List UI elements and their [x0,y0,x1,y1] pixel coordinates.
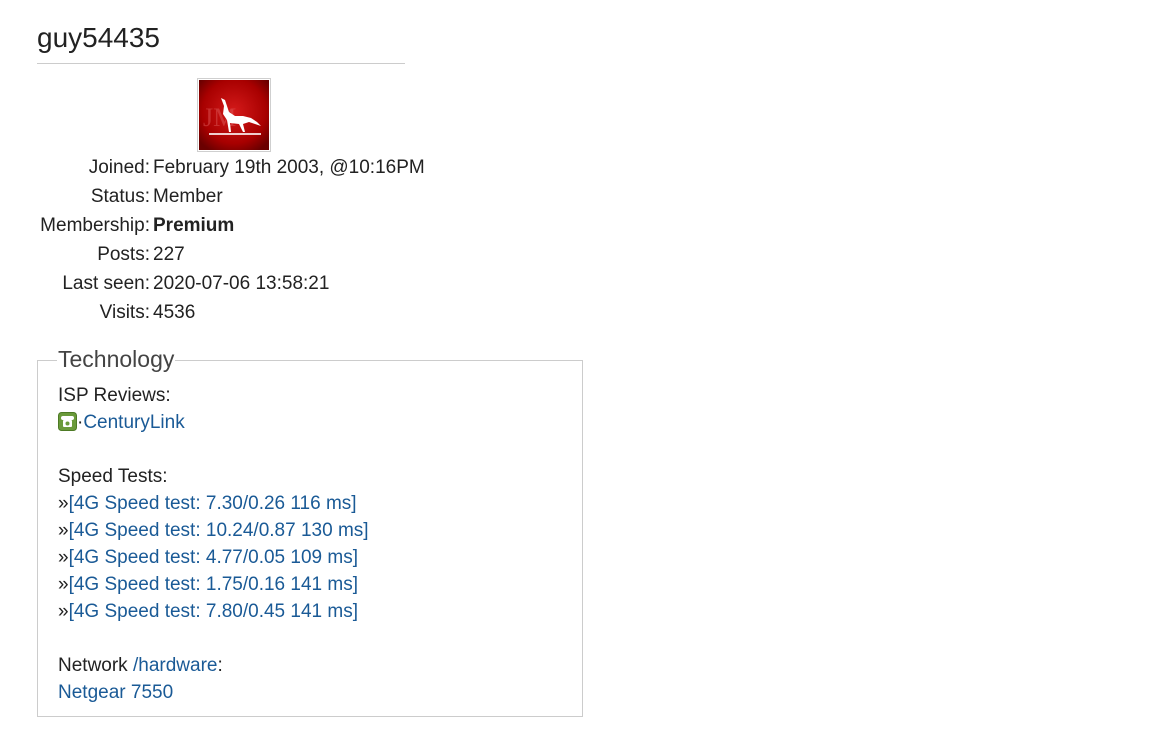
detail-value: 4536 [153,302,196,323]
speed-test-bullet: » [58,574,69,595]
speed-test-item: »[4G Speed test: 4.77/0.05 109 ms] [58,544,369,571]
speed-test-item: »[4G Speed test: 7.30/0.26 116 ms] [58,490,369,517]
detail-value: 227 [153,244,185,265]
title-divider [37,63,405,64]
detail-label: Visits: [99,302,150,323]
speed-test-item: »[4G Speed test: 7.80/0.45 141 ms] [58,598,369,625]
detail-value: Member [153,186,223,207]
speed-test-link[interactable]: [4G Speed test: 10.24/0.87 130 ms] [69,520,369,541]
detail-label: Status: [90,186,150,207]
speed-test-link[interactable]: [4G Speed test: 4.77/0.05 109 ms] [69,547,358,568]
detail-row-posts: Posts: 227 [0,240,425,269]
detail-row-status: Status: Member [0,182,425,211]
detail-label: Joined: [88,157,150,178]
detail-value: February 19th 2003, @10:16PM [153,157,425,178]
profile-details: Joined: February 19th 2003, @10:16PM Stat… [0,153,425,327]
detail-label: Membership: [40,215,150,236]
speed-test-link[interactable]: [4G Speed test: 1.75/0.16 141 ms] [69,574,358,595]
network-label-line: Network /hardware: [58,652,369,679]
speed-test-item: »[4G Speed test: 10.24/0.87 130 ms] [58,517,369,544]
phone-icon [58,412,77,431]
technology-content: ISP Reviews: ·CenturyLink Speed Tests: »… [58,382,369,706]
speed-test-bullet: » [58,493,69,514]
isp-reviews-label: ISP Reviews: [58,385,171,406]
network-label: Network [58,655,128,676]
detail-row-visits: Visits: 4536 [0,298,425,327]
speed-test-link[interactable]: [4G Speed test: 7.30/0.26 116 ms] [69,493,357,514]
speed-test-link[interactable]: [4G Speed test: 7.80/0.45 141 ms] [69,601,358,622]
detail-row-joined: Joined: February 19th 2003, @10:16PM [0,153,425,182]
detail-value: Premium [153,215,235,236]
profile-username: guy54435 [37,22,161,53]
avatar[interactable]: JM [197,78,271,152]
detail-row-membership: Membership: Premium [0,211,425,240]
speed-test-item: »[4G Speed test: 1.75/0.16 141 ms] [58,571,369,598]
detail-label: Last seen: [62,273,150,294]
detail-value: 2020-07-06 13:58:21 [153,273,330,294]
speed-test-bullet: » [58,520,69,541]
network-colon: : [217,655,223,676]
speed-test-bullet: » [58,601,69,622]
hardware-link[interactable]: /hardware [133,655,218,676]
isp-link-centurylink[interactable]: CenturyLink [83,412,184,433]
network-device-link[interactable]: Netgear 7550 [58,682,173,703]
detail-row-last-seen: Last seen: 2020-07-06 13:58:21 [0,269,425,298]
isp-review-item: ·CenturyLink [58,409,369,436]
network-device-line: Netgear 7550 [58,679,369,706]
speed-tests-label: Speed Tests: [58,466,168,487]
wolf-avatar-icon: JM [199,80,269,150]
technology-legend: Technology [57,345,176,373]
speed-test-bullet: » [58,547,69,568]
detail-label: Posts: [97,244,150,265]
